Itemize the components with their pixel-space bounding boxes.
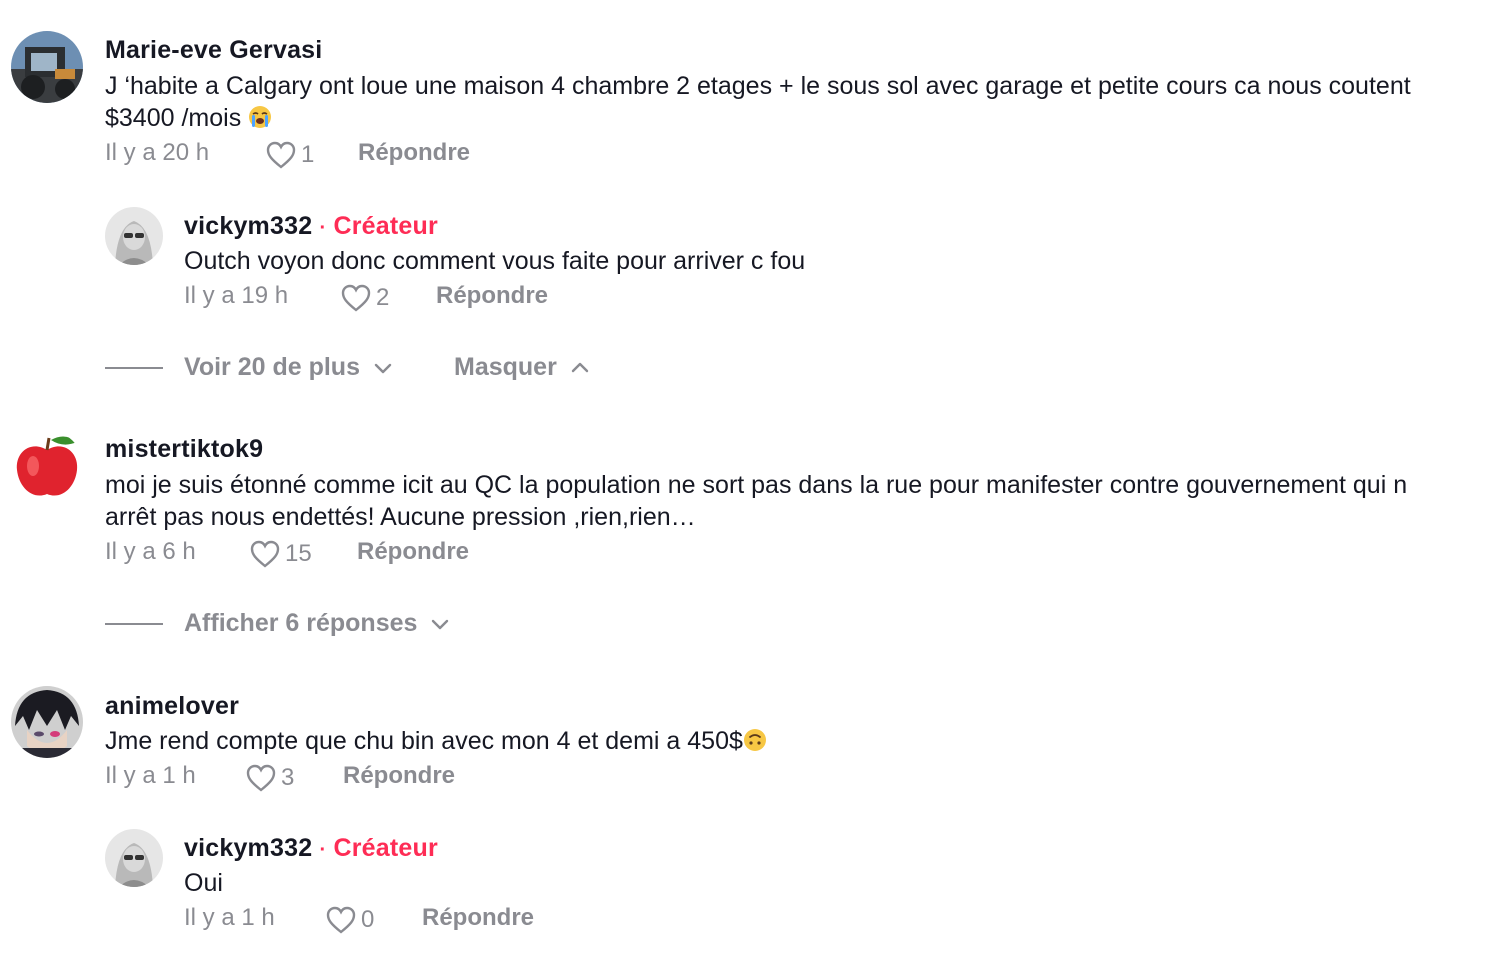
like-button[interactable]: 0 <box>325 905 374 935</box>
reply-text: Outch voyon donc comment vous faite pour… <box>184 247 806 275</box>
comment-time: Il y a 20 h <box>105 139 210 166</box>
reply-button[interactable]: Répondre <box>436 282 548 310</box>
separator-dot: · <box>319 217 327 239</box>
avatar[interactable] <box>105 207 163 265</box>
comment-text-line: moi je suis étonné comme icit au QC la p… <box>105 471 1408 499</box>
avatar-creator-photo <box>105 207 163 265</box>
comment-text-line: arrêt pas nous endettés! Aucune pression… <box>105 503 696 531</box>
avatar[interactable] <box>11 31 83 103</box>
like-count: 15 <box>285 540 312 567</box>
comment-time: Il y a 6 h <box>105 538 196 565</box>
comment-text-span: Jme rend compte que chu bin avec mon 4 e… <box>105 727 743 755</box>
avatar[interactable] <box>11 686 83 758</box>
view-more-label[interactable]: Voir 20 de plus <box>184 353 360 382</box>
avatar[interactable] <box>105 829 163 887</box>
like-count: 0 <box>361 906 375 933</box>
chevron-down-icon <box>432 619 449 629</box>
reply-button[interactable]: Répondre <box>358 139 470 167</box>
avatar-creator-photo <box>105 829 163 887</box>
avatar-apple-image <box>11 430 83 502</box>
heart-icon <box>326 906 356 934</box>
comment-username[interactable]: mistertiktok9 <box>105 435 263 464</box>
reply-time: Il y a 1 h <box>184 904 275 931</box>
reply-button[interactable]: Répondre <box>422 904 534 932</box>
show-replies-label[interactable]: Afficher 6 réponses <box>184 609 417 638</box>
hide-button[interactable]: Masquer <box>454 353 589 382</box>
reply-username-text[interactable]: vickym332 <box>184 212 312 240</box>
comment-text: Jme rend compte que chu bin avec mon 4 e… <box>105 725 767 757</box>
reply-time: Il y a 19 h <box>184 282 289 309</box>
crying-face-emoji-icon <box>248 105 272 129</box>
thread-divider-line <box>105 367 163 369</box>
chevron-down-icon <box>374 363 392 373</box>
comment-text-line: J ‘habite a Calgary ont loue une maison … <box>105 72 1411 100</box>
reply-button[interactable]: Répondre <box>357 538 469 566</box>
hide-label[interactable]: Masquer <box>454 353 557 382</box>
comment-text: J ‘habite a Calgary ont loue une maison … <box>105 70 1500 134</box>
heart-icon <box>266 141 296 169</box>
comment-username[interactable]: Marie-eve Gervasi <box>105 36 322 65</box>
creator-badge: Créateur <box>333 834 438 862</box>
heart-icon <box>246 764 276 792</box>
comment-text-line: $3400 /mois <box>105 102 1500 134</box>
comment-text-span: $3400 /mois <box>105 104 242 132</box>
comment-text: moi je suis étonné comme icit au QC la p… <box>105 469 1500 533</box>
like-button[interactable]: 3 <box>245 763 294 793</box>
thread-divider-line <box>105 623 163 625</box>
avatar-anime-character <box>11 686 83 758</box>
chevron-up-icon <box>571 362 589 372</box>
heart-icon <box>341 284 371 312</box>
view-more-button[interactable]: Voir 20 de plus <box>184 353 392 382</box>
reply-text: Oui <box>184 869 223 897</box>
upside-down-face-emoji-icon <box>743 728 767 752</box>
creator-badge: Créateur <box>333 212 438 240</box>
reply-button[interactable]: Répondre <box>343 762 455 790</box>
avatar[interactable] <box>11 430 83 502</box>
show-replies-button[interactable]: Afficher 6 réponses <box>184 609 449 638</box>
comment-username[interactable]: animelover <box>105 692 239 721</box>
heart-icon <box>250 540 280 568</box>
avatar-tractor-photo <box>11 31 83 103</box>
like-count: 3 <box>281 764 295 791</box>
reply-username-text[interactable]: vickym332 <box>184 834 312 862</box>
reply-username[interactable]: vickym332 · Créateur <box>184 212 438 241</box>
like-button[interactable]: 2 <box>340 283 389 313</box>
like-button[interactable]: 1 <box>265 140 314 170</box>
comment-time: Il y a 1 h <box>105 762 196 789</box>
reply-username[interactable]: vickym332 · Créateur <box>184 834 438 863</box>
like-count: 2 <box>376 284 390 311</box>
like-count: 1 <box>301 141 315 168</box>
like-button[interactable]: 15 <box>249 539 312 569</box>
separator-dot: · <box>319 839 327 861</box>
